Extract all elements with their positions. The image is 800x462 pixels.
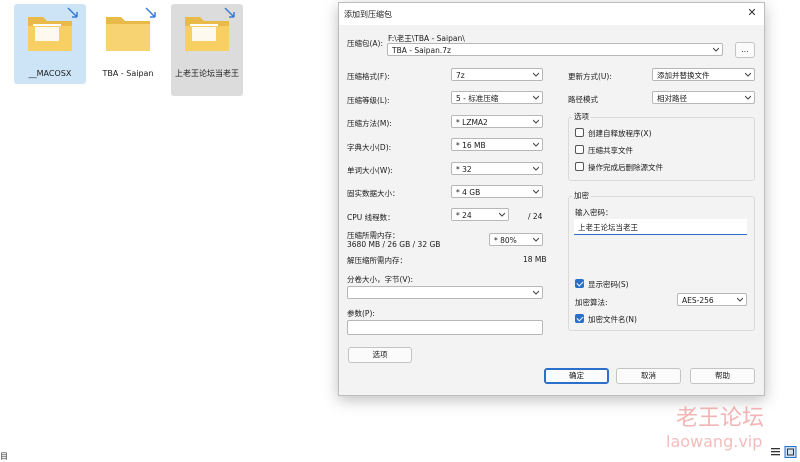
- archive-name-combo[interactable]: TBA - Saipan.7z: [387, 43, 723, 56]
- dict-select[interactable]: * 16 MB: [451, 138, 543, 151]
- sync-arrow-icon: [67, 7, 78, 18]
- cpu-total: / 24: [528, 212, 543, 221]
- chevron-down-icon: [499, 212, 505, 217]
- add-to-archive-dialog: 添加到压缩包 ✕ 压缩包(A): F:\老王\TBA - Saipan\ TBA…: [338, 2, 765, 396]
- chevron-down-icon: [533, 166, 539, 171]
- watermark-text: 老王论坛: [676, 406, 765, 431]
- browse-button[interactable]: ...: [735, 42, 755, 58]
- shared-checkbox[interactable]: [575, 145, 584, 154]
- word-value: * 32: [456, 165, 472, 174]
- update-value: 添加并替换文件: [657, 71, 710, 80]
- update-select[interactable]: 添加并替换文件: [652, 68, 755, 81]
- show-password-checkbox[interactable]: [575, 279, 584, 288]
- solid-value: * 4 GB: [456, 188, 481, 197]
- chevron-down-icon: [737, 297, 743, 302]
- shared-label: 压缩共享文件: [588, 146, 633, 155]
- password-value: 上老王论坛当老王: [578, 223, 638, 232]
- enc-method-select[interactable]: AES-256: [677, 293, 747, 306]
- update-label: 更新方式(U):: [568, 72, 612, 81]
- delete-source-label: 操作完成后删除源文件: [588, 163, 663, 172]
- enc-method-label: 加密算法:: [575, 298, 608, 307]
- mem-values: 3680 MB / 26 GB / 32 GB: [347, 240, 441, 249]
- desktop-item-label: TBA - Saipan: [102, 69, 154, 78]
- show-password-label: 显示密码(S): [588, 280, 629, 289]
- word-select[interactable]: * 32: [451, 162, 543, 175]
- chevron-down-icon: [533, 119, 539, 124]
- desktop-item-macosx[interactable]: __MACOSX: [14, 4, 86, 84]
- path-mode-select[interactable]: 相对路径: [652, 91, 755, 104]
- params-input[interactable]: [347, 320, 543, 335]
- level-value: 5 - 标准压缩: [456, 94, 499, 103]
- split-label: 分卷大小，字节(V):: [347, 275, 414, 284]
- title-bar: 添加到压缩包 ✕: [339, 3, 764, 25]
- method-value: * LZMA2: [456, 118, 488, 127]
- desktop-item-label: 上老王论坛当老王: [175, 69, 239, 78]
- chevron-down-icon: [533, 142, 539, 147]
- delete-source-checkbox[interactable]: [575, 162, 584, 171]
- ok-button[interactable]: 确定: [544, 368, 609, 384]
- sync-arrow-icon: [145, 7, 156, 18]
- help-button[interactable]: 帮助: [690, 368, 755, 384]
- mem-percent-value: * 80%: [494, 236, 517, 245]
- word-label: 单词大小(W):: [347, 166, 393, 175]
- mem-percent-select[interactable]: * 80%: [489, 233, 543, 246]
- desktop-item-laowang[interactable]: 上老王论坛当老王: [171, 4, 243, 96]
- cpu-value: * 24: [456, 211, 472, 220]
- format-label: 压缩格式(F):: [347, 72, 390, 81]
- level-select[interactable]: 5 - 标准压缩: [451, 91, 543, 104]
- chevron-down-icon: [533, 95, 539, 100]
- password-label: 输入密码：: [575, 208, 613, 217]
- chevron-down-icon: [533, 290, 539, 295]
- cpu-label: CPU 线程数：: [347, 213, 395, 222]
- enc-method-value: AES-256: [682, 296, 714, 305]
- method-label: 压缩方法(M):: [347, 119, 392, 128]
- options-button[interactable]: 选项: [348, 347, 412, 363]
- decomp-label: 解压缩所需内存：: [347, 256, 407, 265]
- close-icon[interactable]: ✕: [746, 7, 758, 19]
- chevron-down-icon: [533, 72, 539, 77]
- encryption-group-title: 加密: [572, 190, 591, 201]
- solid-label: 固实数据大小：: [347, 189, 400, 198]
- format-value: 7z: [456, 71, 465, 80]
- sfx-checkbox[interactable]: [575, 128, 584, 137]
- dialog-title: 添加到压缩包: [344, 10, 392, 19]
- solid-select[interactable]: * 4 GB: [451, 185, 543, 198]
- encrypt-names-checkbox[interactable]: [575, 314, 584, 323]
- watermark-url: laowang.vip: [666, 432, 763, 451]
- path-mode-value: 相对路径: [657, 94, 687, 103]
- chevron-down-icon: [713, 47, 719, 52]
- view-toggle: [770, 446, 798, 460]
- dict-value: * 16 MB: [456, 141, 486, 150]
- cancel-button[interactable]: 取消: [616, 368, 681, 384]
- tiles-view-icon[interactable]: [784, 446, 797, 458]
- path-mode-label: 路径模式: [568, 95, 598, 104]
- decomp-value: 18 MB: [523, 255, 547, 264]
- desktop-item-label: __MACOSX: [28, 69, 72, 78]
- encrypt-names-label: 加密文件名(N): [588, 315, 637, 324]
- sync-arrow-icon: [224, 7, 235, 18]
- status-text: 目: [0, 452, 8, 461]
- format-select[interactable]: 7z: [451, 68, 543, 81]
- password-input[interactable]: 上老王论坛当老王: [574, 219, 747, 235]
- sfx-label: 创建自释放程序(X): [588, 129, 652, 138]
- desktop-item-tba-saipan[interactable]: TBA - Saipan: [92, 4, 164, 84]
- level-label: 压缩等级(L):: [347, 96, 390, 105]
- details-view-icon[interactable]: [771, 448, 780, 456]
- method-select[interactable]: * LZMA2: [451, 115, 543, 128]
- dict-label: 字典大小(D):: [347, 143, 392, 152]
- chevron-down-icon: [745, 72, 751, 77]
- archive-label: 压缩包(A):: [347, 39, 384, 48]
- chevron-down-icon: [533, 237, 539, 242]
- options-group-title: 选项: [572, 111, 591, 122]
- params-label: 参数(P):: [347, 309, 375, 318]
- cpu-select[interactable]: * 24: [451, 208, 509, 221]
- archive-name-value: TBA - Saipan.7z: [392, 46, 451, 55]
- chevron-down-icon: [533, 189, 539, 194]
- split-size-combo[interactable]: [347, 286, 543, 299]
- chevron-down-icon: [745, 95, 751, 100]
